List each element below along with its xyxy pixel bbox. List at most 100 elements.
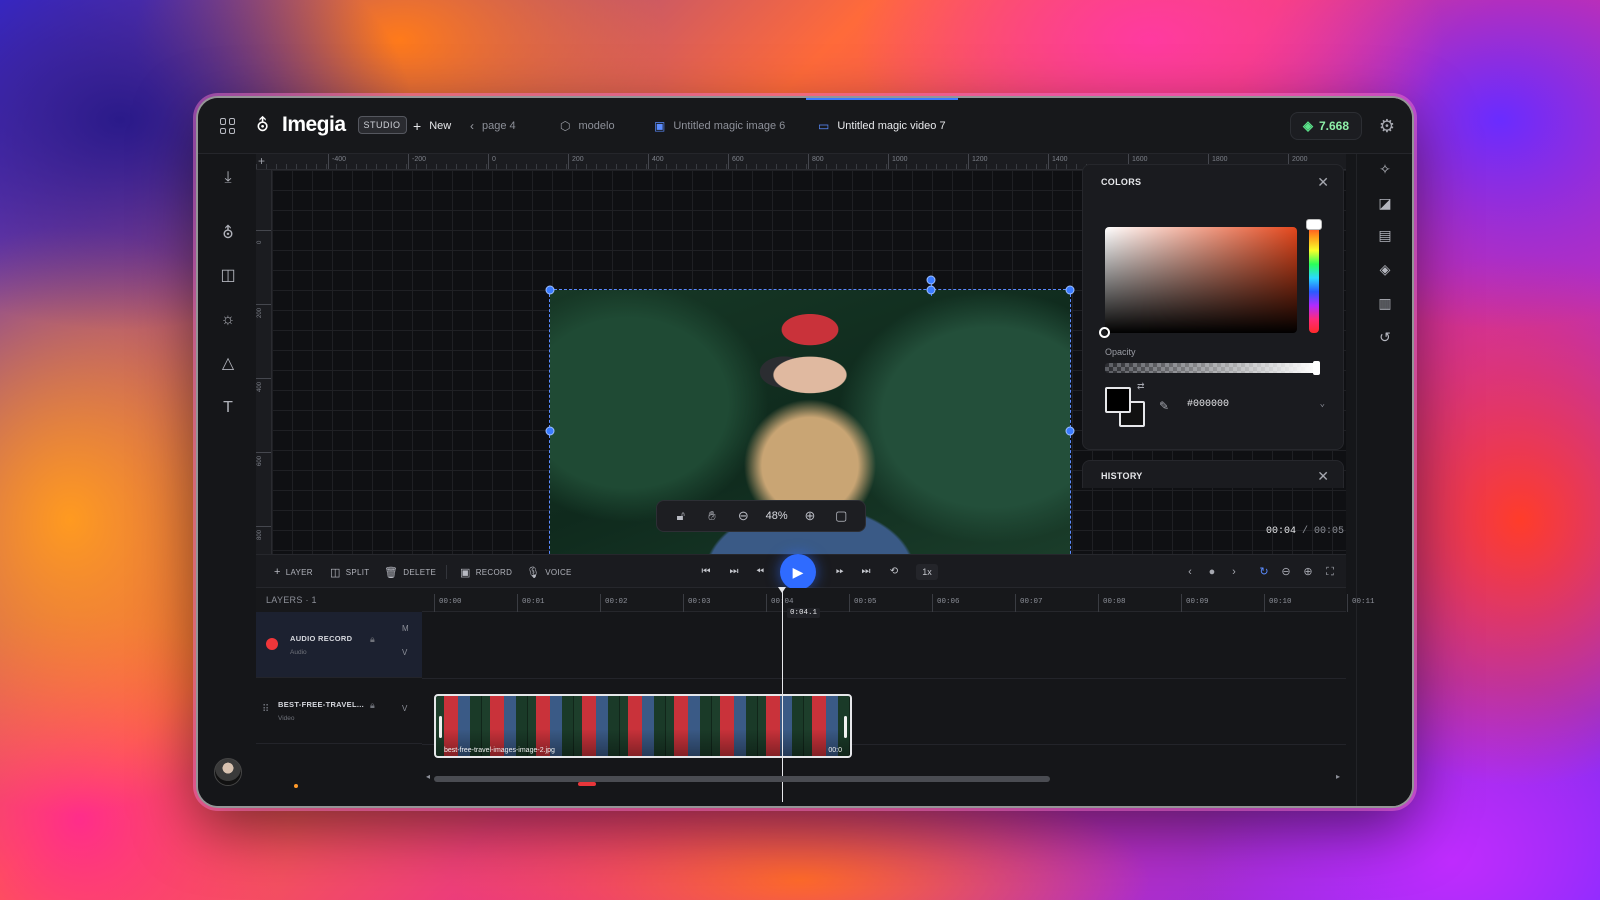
ruler-minor-tick (806, 164, 807, 169)
ruler-minor-tick (376, 164, 377, 169)
close-icon[interactable]: ✕ (1317, 468, 1329, 485)
ruler-minor-tick (606, 164, 607, 169)
delete-button[interactable]: 🗑︎ DELETE (384, 555, 436, 589)
hex-color-input[interactable]: #000000 ⌄ (1181, 393, 1333, 415)
fullscreen-icon[interactable]: ⛶ (1322, 564, 1338, 580)
opacity-slider-knob[interactable] (1313, 361, 1320, 375)
user-avatar[interactable] (214, 758, 242, 786)
clip-trim-handle-right[interactable] (844, 716, 847, 738)
fit-screen-icon[interactable]: ▢ (832, 508, 850, 524)
hue-slider[interactable] (1309, 223, 1319, 333)
playhead-marker[interactable] (778, 587, 786, 593)
split-button[interactable]: ◫ SPLIT (330, 555, 369, 589)
ruler-plus-icon[interactable]: + (258, 154, 265, 168)
settings-gear-icon[interactable]: ⚙ (1376, 115, 1398, 137)
shapes-icon[interactable]: △ (218, 354, 238, 374)
hue-slider-knob[interactable] (1306, 219, 1322, 230)
zoom-out-icon[interactable]: ⊖ (734, 508, 752, 524)
add-layer-label: LAYER (285, 567, 313, 577)
visibility-toggle[interactable]: V (402, 704, 407, 713)
mute-toggle[interactable]: M (402, 624, 409, 633)
tab-magic-image-6[interactable]: ▣ Untitled magic image 6 (654, 98, 785, 154)
close-icon[interactable]: ✕ (1317, 174, 1329, 191)
resize-handle-tr[interactable] (1065, 285, 1075, 295)
media-library-icon[interactable]: ▤ (1376, 226, 1394, 244)
visibility-toggle[interactable]: V (402, 648, 407, 657)
drag-handle-icon[interactable]: ⠿ (262, 704, 269, 715)
delete-label: DELETE (403, 567, 437, 577)
scroll-right-icon[interactable]: ▸ (1336, 772, 1340, 781)
zoom-in-icon[interactable]: ⊕ (801, 508, 819, 524)
voice-button[interactable]: 🎙︎ VOICE (526, 555, 572, 589)
go-to-start-icon[interactable]: ⏮ (698, 564, 714, 580)
foreground-color-swatch[interactable] (1105, 387, 1131, 413)
ruler-tick-label: 1400 (1048, 154, 1068, 169)
new-tab-button[interactable]: + New (413, 98, 451, 154)
ruler-minor-tick (816, 164, 817, 169)
chevron-right-icon[interactable]: › (1226, 564, 1242, 580)
layer-best-free-travel[interactable]: ⠿ BEST-FREE-TRAVEL... Video 🔒︎ V (256, 678, 422, 744)
credits-value: 7.668 (1318, 119, 1349, 133)
brightness-icon[interactable]: ☼ (218, 310, 238, 330)
tab-magic-video-7[interactable]: ▭ Untitled magic video 7 (806, 98, 958, 154)
record-button[interactable]: ▣ RECORD (460, 555, 512, 589)
color-picker-knob[interactable] (1099, 327, 1110, 338)
rewind-icon[interactable]: ⏪︎ (752, 564, 768, 580)
timeline-zoom-in-icon[interactable]: ⊕ (1300, 564, 1316, 580)
layer-audio-record[interactable]: AUDIO RECORD Audio 🔒︎ M V (256, 612, 422, 678)
timeline-scrollbar[interactable] (434, 776, 1050, 782)
fast-forward-icon[interactable]: ⏩︎ (832, 564, 848, 580)
ruler-minor-tick (976, 164, 977, 169)
tab-modelo[interactable]: ⬡ modelo (560, 98, 615, 154)
playback-speed[interactable]: 1x (916, 564, 938, 580)
lock-icon[interactable]: 🔓︎ (672, 508, 690, 524)
logo[interactable]: ⛢ Imegia STUDIO (256, 113, 407, 137)
ruler-minor-tick (736, 164, 737, 169)
chevron-left-icon[interactable]: ‹ (1182, 564, 1198, 580)
keyframe-dot-icon[interactable]: ● (1204, 564, 1220, 580)
vertical-ruler: 0 200 400 600 800 (256, 170, 272, 554)
loop-icon[interactable]: ⟲ (886, 564, 902, 580)
rotate-handle[interactable] (926, 275, 936, 285)
resize-handle-r[interactable] (1065, 426, 1075, 436)
go-to-end-icon[interactable]: ⏭ (858, 564, 874, 580)
play-button[interactable]: ▶ (780, 554, 816, 590)
studio-badge: STUDIO (357, 116, 407, 134)
text-tool-icon[interactable]: T (218, 398, 238, 418)
video-clip[interactable]: best-free-travel-images-image-2.jpg 00:0 (434, 694, 852, 758)
sparkle-icon[interactable]: ✧ (1376, 160, 1394, 178)
clip-trim-handle-left[interactable] (439, 716, 442, 738)
magic-logo-icon[interactable]: ⛢ (218, 224, 238, 244)
add-layer-button[interactable]: + LAYER (274, 555, 313, 589)
ruler-minor-tick (796, 164, 797, 169)
color-palette-icon[interactable]: ◪ (1376, 194, 1394, 212)
playhead[interactable] (782, 590, 783, 802)
eyedropper-icon[interactable]: ✎ (1159, 399, 1169, 413)
resize-handle-tl[interactable] (545, 285, 555, 295)
saturation-value-picker[interactable] (1105, 227, 1297, 333)
chevron-down-icon[interactable]: ⌄ (1320, 399, 1325, 409)
ruler-tick (256, 230, 271, 231)
scroll-left-icon[interactable]: ◂ (426, 772, 430, 781)
swap-colors-icon[interactable]: ⇄ (1137, 381, 1145, 392)
resize-handle-l[interactable] (545, 426, 555, 436)
apps-grid-icon[interactable] (220, 118, 236, 134)
layers-icon[interactable]: ◈ (1376, 260, 1394, 278)
split-view-icon[interactable]: ▥ (1376, 294, 1394, 312)
hand-pan-icon[interactable]: ✋︎ (703, 508, 721, 524)
download-icon[interactable]: ⤓ (218, 168, 238, 188)
tab-page-4[interactable]: ‹ page 4 (470, 98, 516, 154)
ruler-minor-tick (556, 164, 557, 169)
history-icon[interactable]: ↺ (1376, 328, 1394, 346)
timeline-zoom-out-icon[interactable]: ⊖ (1278, 564, 1294, 580)
timeline-tick-label: 00:00 (434, 594, 462, 612)
credits-badge[interactable]: ◈ 7.668 (1289, 112, 1362, 140)
compare-icon[interactable]: ◫ (218, 266, 238, 286)
resize-handle-t[interactable] (926, 285, 936, 295)
lock-icon[interactable]: 🔒︎ (370, 700, 375, 711)
timeline-ruler[interactable]: 00:0000:0100:0200:0300:0400:0500:0600:07… (422, 588, 1375, 612)
previous-frame-icon[interactable]: ⏭︎ (726, 564, 742, 580)
lock-icon[interactable]: 🔒︎ (370, 634, 375, 645)
magnet-snap-icon[interactable]: ↻ (1256, 564, 1272, 580)
opacity-slider[interactable] (1105, 363, 1317, 373)
